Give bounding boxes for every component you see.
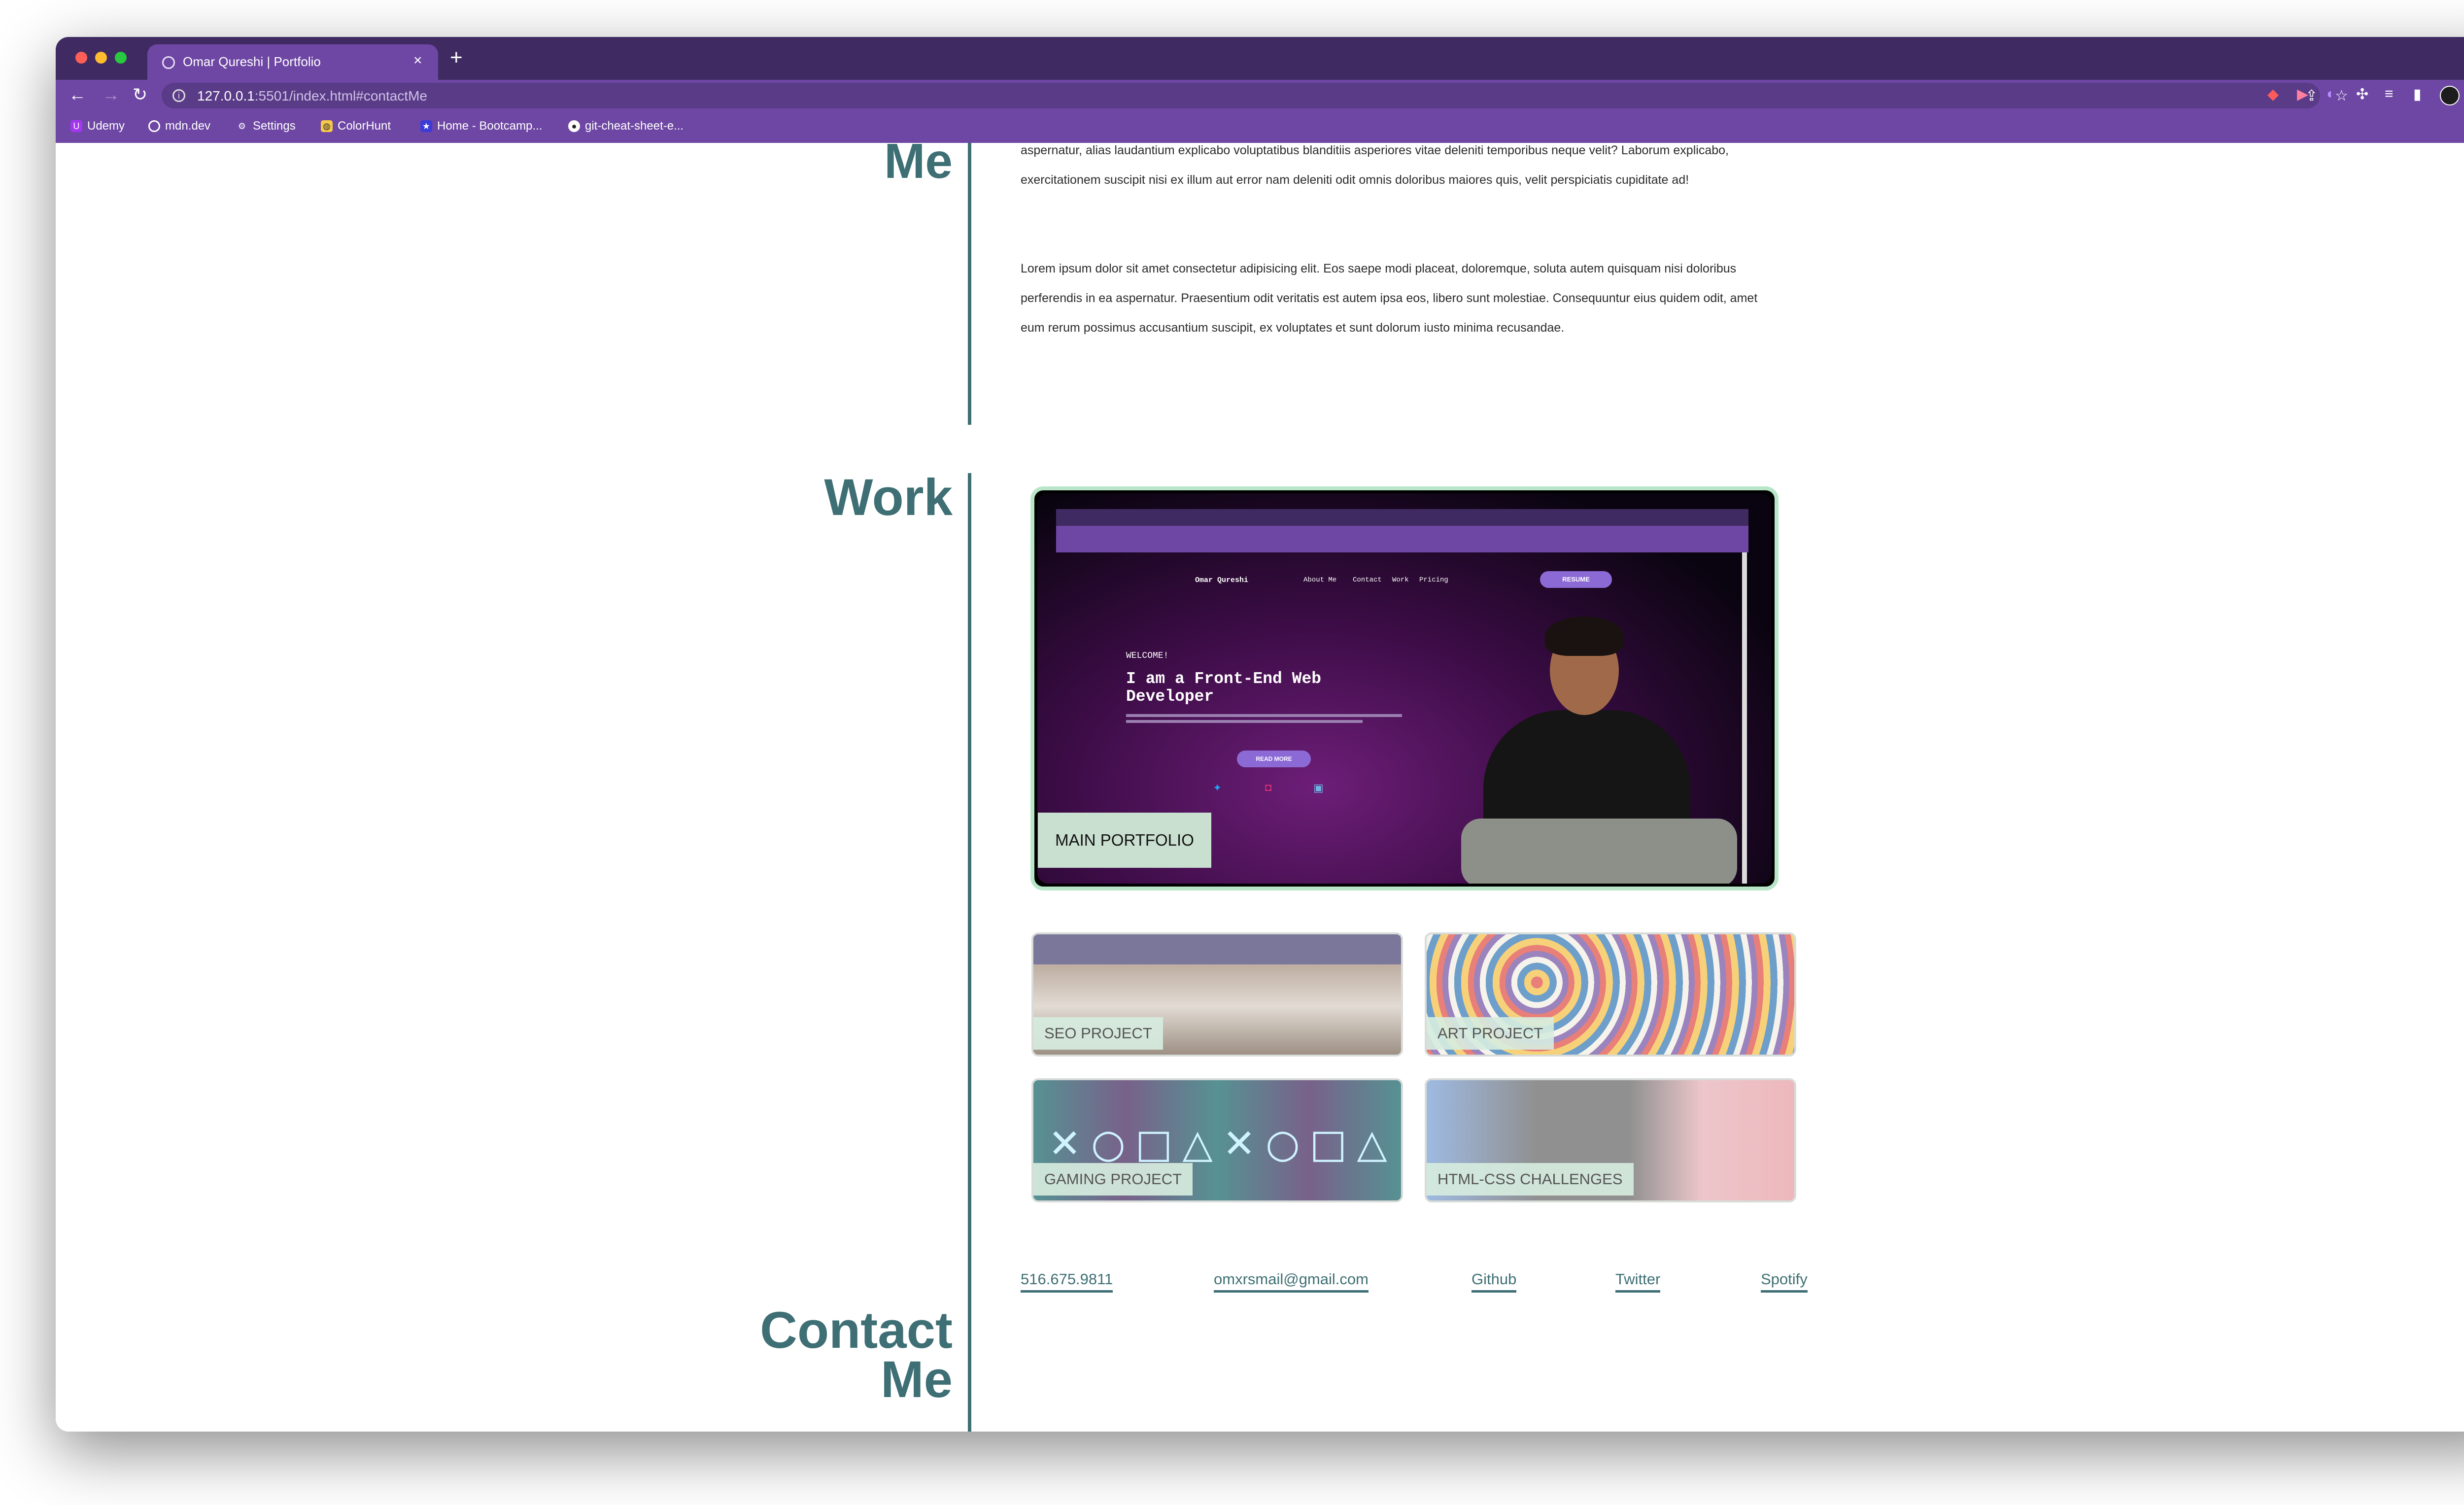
project-label: HTML-CSS CHALLENGES (1427, 1163, 1634, 1196)
github-icon: ● (568, 120, 580, 132)
contact-heading-line: Contact (760, 1301, 953, 1359)
project-label: SEO PROJECT (1033, 1017, 1163, 1050)
spotify-link[interactable]: Spotify (1761, 1270, 1808, 1293)
bootcamp-icon: ★ (420, 120, 432, 132)
mini-nav-item: Pricing (1419, 576, 1448, 584)
mini-nav-item: Contact (1353, 576, 1382, 584)
mini-bookmarks-bar (1056, 541, 1748, 552)
section-divider (968, 1312, 971, 1432)
twitter-link[interactable]: Twitter (1615, 1270, 1661, 1293)
address-bar[interactable]: i 127.0.0.1:5501/index.html#contactMe ⇪ … (162, 83, 2348, 108)
section-divider (968, 143, 971, 425)
project-card-gaming[interactable]: ✕○□△✕○□△ GAMING PROJECT (1031, 1078, 1403, 1202)
mini-body-text (1126, 714, 1402, 717)
url-text[interactable]: 127.0.0.1:5501/index.html#contactMe (197, 88, 427, 104)
bookmark-udemy[interactable]: U Udemy (70, 119, 125, 133)
mini-read-more-button: READ MORE (1237, 751, 1311, 767)
browser-toolbar: ← → ↻ i 127.0.0.1:5501/index.html#contac… (56, 80, 2464, 111)
colorhunt-icon: ◍ (321, 120, 333, 132)
profile-avatar[interactable] (2440, 86, 2460, 105)
paragraph-line: eum rerum possimus accusantium suscipit,… (1021, 321, 1565, 335)
contact-heading-line: Me (881, 1351, 953, 1408)
portrait-hair (1545, 616, 1624, 656)
back-arrow-icon[interactable]: ← (68, 85, 86, 104)
url-path: :5501/index.html#contactMe (254, 88, 427, 103)
project-card-main-portfolio[interactable]: Omar Qureshi About Me Contact Work Prici… (1030, 486, 1779, 890)
udemy-icon: U (70, 120, 82, 132)
mini-nav-item: About Me (1303, 576, 1337, 584)
work-heading: Work (824, 469, 953, 526)
tab-bar: Omar Qureshi | Portfolio × + ⌄ (56, 37, 2464, 80)
linkedin-icon: ▣ (1313, 783, 1324, 795)
mini-scrollbar (1742, 552, 1747, 884)
mini-headline: Developer (1126, 687, 1214, 706)
forward-arrow-icon[interactable]: → (102, 85, 120, 104)
browser-window: Omar Qureshi | Portfolio × + ⌄ ← → ↻ i 1… (56, 37, 2464, 1432)
reload-icon[interactable]: ↻ (133, 85, 147, 104)
bookmark-label: Settings (253, 119, 296, 133)
tab-title: Omar Qureshi | Portfolio (183, 54, 321, 69)
paragraph-line: Lorem ipsum dolor sit amet consectetur a… (1021, 262, 1737, 275)
contact-heading: Contact Me (696, 1301, 953, 1408)
bookmark-label: ColorHunt (338, 119, 391, 133)
about-paragraph: Lorem ipsum dolor sit amet consectetur a… (1021, 254, 1878, 342)
site-info-icon[interactable]: i (172, 89, 185, 102)
section-divider (968, 473, 971, 1312)
project-card-seo[interactable]: SEO PROJECT (1031, 932, 1403, 1057)
bookmark-mdn[interactable]: mdn.dev (148, 119, 210, 133)
mini-address-bar (1056, 526, 1748, 541)
project-card-html-css[interactable]: HTML-CSS CHALLENGES (1425, 1078, 1796, 1202)
mini-body-text (1126, 720, 1363, 723)
bookmark-label: mdn.dev (165, 119, 211, 133)
mini-welcome: WELCOME! (1126, 651, 1169, 661)
project-label: MAIN PORTFOLIO (1038, 813, 1211, 868)
maximize-window-button[interactable] (115, 52, 127, 64)
bookmark-label: Udemy (87, 119, 125, 133)
star-icon[interactable]: ☆ (2335, 87, 2348, 104)
about-paragraph: aspernatur, alias laudantium explicabo v… (1021, 136, 1878, 195)
mini-nav-item: Work (1392, 576, 1409, 584)
gear-icon: ⚙ (238, 121, 246, 131)
reading-list-icon[interactable]: ≡ (2385, 86, 2394, 103)
portrait-legs (1461, 819, 1737, 884)
github-link[interactable]: Github (1472, 1270, 1517, 1293)
paragraph-line: exercitationem suscipit nisi ex illum au… (1021, 173, 1689, 187)
phone-link[interactable]: 516.675.9811 (1021, 1270, 1113, 1293)
new-tab-button[interactable]: + (450, 45, 463, 70)
instagram-icon: ◘ (1265, 782, 1272, 794)
mini-brand: Omar Qureshi (1195, 576, 1249, 584)
bookmark-colorhunt[interactable]: ◍ ColorHunt (321, 119, 391, 133)
email-link[interactable]: omxrsmail@gmail.com (1214, 1270, 1369, 1293)
bookmark-bootcamp[interactable]: ★ Home - Bootcamp... (420, 119, 542, 133)
mini-resume-button: RESUME (1540, 571, 1612, 588)
project-label: ART PROJECT (1427, 1017, 1554, 1050)
paragraph-line: aspernatur, alias laudantium explicabo v… (1021, 143, 1729, 157)
bookmark-label: Home - Bootcamp... (437, 119, 543, 133)
extension-icon[interactable]: ◐ (2327, 86, 2335, 103)
globe-icon (148, 120, 160, 132)
paragraph-line: perferendis in ea aspernatur. Praesentiu… (1021, 291, 1758, 305)
mini-tab-bar (1056, 509, 1748, 526)
page-viewport: Me aspernatur, alias laudantium explicab… (56, 134, 2464, 1432)
twitter-icon: ✦ (1213, 783, 1222, 795)
project-label: GAMING PROJECT (1033, 1163, 1193, 1196)
bookmark-settings[interactable]: ⚙ Settings (236, 119, 296, 133)
extension-icon[interactable]: ◆ (2267, 86, 2279, 103)
bookmark-label: git-cheat-sheet-e... (585, 119, 684, 133)
bookmark-git-cheat-sheet[interactable]: ● git-cheat-sheet-e... (568, 119, 684, 133)
tab-portfolio[interactable]: Omar Qureshi | Portfolio × (147, 44, 438, 80)
puzzle-icon[interactable]: ✣ (2356, 86, 2368, 103)
side-panel-icon[interactable]: ▮ (2413, 86, 2422, 103)
url-host: 127.0.0.1 (197, 88, 255, 103)
extension-icon[interactable]: ▶ (2297, 86, 2308, 103)
globe-icon (162, 56, 175, 69)
close-tab-icon[interactable]: × (413, 52, 422, 69)
close-window-button[interactable] (75, 52, 87, 64)
minimize-window-button[interactable] (95, 52, 107, 64)
about-me-heading: Me (884, 134, 953, 189)
project-card-art[interactable]: ART PROJECT (1425, 932, 1796, 1057)
mini-headline: I am a Front-End Web (1126, 670, 1322, 688)
